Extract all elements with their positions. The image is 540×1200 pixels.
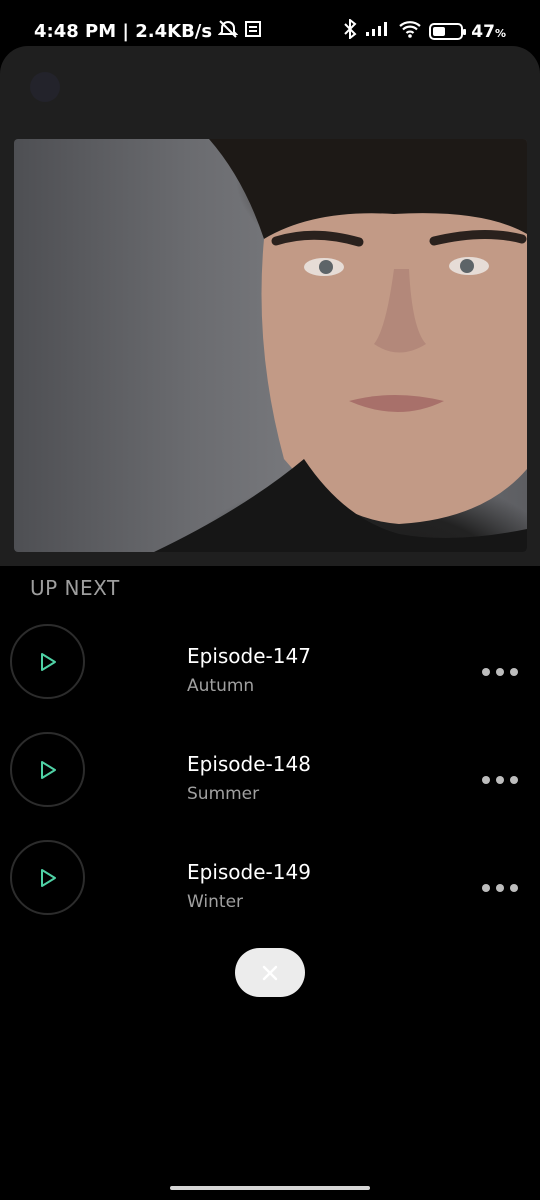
episode-row[interactable]: Episode-147 Autumn: [0, 624, 540, 724]
dot-icon: [510, 884, 518, 892]
alarm-off-icon: [217, 19, 239, 44]
episode-subtitle: Summer: [187, 784, 260, 804]
episode-row[interactable]: Episode-149 Winter: [0, 840, 540, 940]
dot-icon: [510, 668, 518, 676]
more-options-button[interactable]: [482, 664, 522, 680]
battery-percent-value: 47: [471, 21, 495, 42]
episode-title: Episode-149: [187, 860, 311, 884]
play-icon: [40, 652, 56, 671]
close-icon: [262, 965, 278, 980]
home-indicator[interactable]: [170, 1186, 370, 1190]
play-button[interactable]: [10, 624, 85, 699]
play-button[interactable]: [10, 840, 85, 915]
dot-icon: [496, 884, 504, 892]
status-right: 47%: [343, 17, 506, 44]
play-button[interactable]: [10, 732, 85, 807]
notes-icon: [244, 20, 262, 43]
album-artwork: [14, 139, 527, 552]
episode-title: Episode-147: [187, 644, 311, 668]
dot-icon: [482, 668, 490, 676]
close-button[interactable]: [235, 948, 305, 997]
now-playing-card: [0, 46, 540, 566]
dot-icon: [510, 776, 518, 784]
battery-percent-unit: %: [494, 26, 506, 40]
more-options-button[interactable]: [482, 772, 522, 788]
battery-icon: [429, 23, 467, 40]
battery-percent: 47%: [471, 22, 506, 42]
dot-icon: [496, 776, 504, 784]
artwork-portrait: [154, 139, 527, 552]
play-icon: [40, 868, 56, 887]
status-left: 4:48 PM | 2.4KB/s: [34, 19, 262, 44]
episode-subtitle: Winter: [187, 892, 244, 912]
bluetooth-icon: [343, 17, 357, 44]
status-time-speed: 4:48 PM | 2.4KB/s: [34, 21, 213, 42]
episode-title: Episode-148: [187, 752, 311, 776]
episode-row[interactable]: Episode-148 Summer: [0, 732, 540, 832]
episode-subtitle: Autumn: [187, 676, 255, 696]
dot-icon: [482, 776, 490, 784]
signal-icon: [365, 21, 391, 42]
dot-icon: [496, 668, 504, 676]
dot-icon: [482, 884, 490, 892]
wifi-icon: [399, 20, 422, 43]
play-icon: [40, 760, 56, 779]
more-options-button[interactable]: [482, 880, 522, 896]
up-next-heading: UP NEXT: [30, 576, 120, 600]
collapse-button[interactable]: [30, 72, 60, 102]
battery-level: [433, 27, 446, 36]
